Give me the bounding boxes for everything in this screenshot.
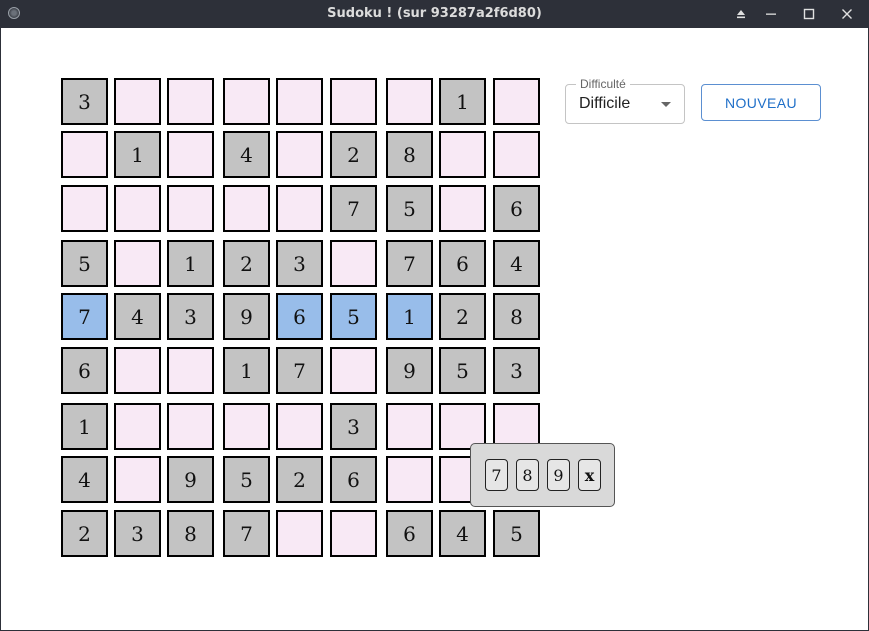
- sudoku-cell-r6-c2[interactable]: [114, 347, 161, 394]
- sudoku-cell-r2-c2[interactable]: 1: [114, 131, 161, 178]
- eject-icon[interactable]: [731, 4, 751, 24]
- difficulty-value: Difficile: [579, 95, 631, 112]
- sudoku-cell-r2-c8[interactable]: [439, 131, 486, 178]
- sudoku-cell-r9-c6[interactable]: [330, 510, 377, 557]
- sudoku-cell-r9-c3[interactable]: 8: [167, 510, 214, 557]
- sudoku-cell-r4-c8[interactable]: 6: [439, 240, 486, 287]
- sudoku-cell-r2-c9[interactable]: [493, 131, 540, 178]
- sudoku-cell-r9-c1[interactable]: 2: [61, 510, 108, 557]
- sudoku-cell-r9-c5[interactable]: [276, 510, 323, 557]
- sudoku-cell-r5-c7[interactable]: 1: [386, 293, 433, 340]
- sudoku-cell-r8-c7[interactable]: [386, 456, 433, 503]
- sudoku-cell-r9-c8[interactable]: 4: [439, 510, 486, 557]
- picker-option-7[interactable]: 7: [485, 459, 508, 491]
- sudoku-cell-r4-c1[interactable]: 5: [61, 240, 108, 287]
- sudoku-cell-r1-c8[interactable]: 1: [439, 78, 486, 125]
- sudoku-cell-r5-c5[interactable]: 6: [276, 293, 323, 340]
- sudoku-cell-r8-c2[interactable]: [114, 456, 161, 503]
- sudoku-cell-r6-c5[interactable]: 7: [276, 347, 323, 394]
- sudoku-cell-r3-c9[interactable]: 6: [493, 185, 540, 232]
- sudoku-cell-r5-c3[interactable]: 3: [167, 293, 214, 340]
- sudoku-cell-r9-c7[interactable]: 6: [386, 510, 433, 557]
- new-game-button[interactable]: NOUVEAU: [701, 84, 821, 121]
- sudoku-cell-r2-c4[interactable]: 4: [223, 131, 270, 178]
- sudoku-cell-r3-c8[interactable]: [439, 185, 486, 232]
- sudoku-cell-r4-c6[interactable]: [330, 240, 377, 287]
- picker-option-9[interactable]: 9: [547, 459, 570, 491]
- number-picker-popup: 7 8 9 x: [470, 443, 615, 507]
- sudoku-cell-r7-c1[interactable]: 1: [61, 403, 108, 450]
- picker-clear-button[interactable]: x: [578, 459, 601, 491]
- sudoku-cell-r2-c5[interactable]: [276, 131, 323, 178]
- sudoku-cell-r4-c2[interactable]: [114, 240, 161, 287]
- sudoku-cell-r1-c7[interactable]: [386, 78, 433, 125]
- sudoku-cell-r1-c5[interactable]: [276, 78, 323, 125]
- sudoku-cell-r6-c4[interactable]: 1: [223, 347, 270, 394]
- sudoku-cell-r1-c1[interactable]: 3: [61, 78, 108, 125]
- sudoku-cell-r9-c9[interactable]: 5: [493, 510, 540, 557]
- sudoku-cell-r8-c5[interactable]: 2: [276, 456, 323, 503]
- sudoku-cell-r5-c9[interactable]: 8: [493, 293, 540, 340]
- sudoku-cell-r8-c1[interactable]: 4: [61, 456, 108, 503]
- sudoku-cell-r4-c7[interactable]: 7: [386, 240, 433, 287]
- sudoku-cell-r1-c9[interactable]: [493, 78, 540, 125]
- sudoku-cell-r6-c6[interactable]: [330, 347, 377, 394]
- sudoku-cell-r7-c5[interactable]: [276, 403, 323, 450]
- sudoku-cell-r4-c3[interactable]: 1: [167, 240, 214, 287]
- sudoku-cell-r8-c4[interactable]: 5: [223, 456, 270, 503]
- difficulty-label: Difficulté: [576, 77, 630, 91]
- picker-option-8[interactable]: 8: [516, 459, 539, 491]
- sudoku-cell-r3-c7[interactable]: 5: [386, 185, 433, 232]
- sudoku-cell-r3-c4[interactable]: [223, 185, 270, 232]
- sudoku-cell-r7-c2[interactable]: [114, 403, 161, 450]
- sudoku-cell-r5-c4[interactable]: 9: [223, 293, 270, 340]
- sudoku-cell-r9-c2[interactable]: 3: [114, 510, 161, 557]
- sudoku-cell-r6-c8[interactable]: 5: [439, 347, 486, 394]
- sudoku-cell-r3-c6[interactable]: 7: [330, 185, 377, 232]
- minimize-icon[interactable]: [761, 4, 781, 24]
- sudoku-cell-r4-c5[interactable]: 3: [276, 240, 323, 287]
- sudoku-cell-r9-c4[interactable]: 7: [223, 510, 270, 557]
- sudoku-cell-r2-c7[interactable]: 8: [386, 131, 433, 178]
- sudoku-cell-r7-c7[interactable]: [386, 403, 433, 450]
- sudoku-cell-r1-c2[interactable]: [114, 78, 161, 125]
- sudoku-cell-r8-c3[interactable]: 9: [167, 456, 214, 503]
- sudoku-cell-r6-c7[interactable]: 9: [386, 347, 433, 394]
- difficulty-select[interactable]: Difficulté Difficile: [565, 77, 685, 124]
- sudoku-cell-r7-c4[interactable]: [223, 403, 270, 450]
- sudoku-cell-r5-c2[interactable]: 4: [114, 293, 161, 340]
- sudoku-cell-r8-c6[interactable]: 6: [330, 456, 377, 503]
- sudoku-cell-r1-c6[interactable]: [330, 78, 377, 125]
- sudoku-cell-r3-c5[interactable]: [276, 185, 323, 232]
- sudoku-cell-r7-c6[interactable]: 3: [330, 403, 377, 450]
- sudoku-cell-r6-c9[interactable]: 3: [493, 347, 540, 394]
- sudoku-cell-r5-c8[interactable]: 2: [439, 293, 486, 340]
- sudoku-cell-r7-c3[interactable]: [167, 403, 214, 450]
- sudoku-cell-r2-c1[interactable]: [61, 131, 108, 178]
- sudoku-cell-r6-c3[interactable]: [167, 347, 214, 394]
- close-icon[interactable]: [837, 4, 857, 24]
- sudoku-cell-r1-c3[interactable]: [167, 78, 214, 125]
- sudoku-cell-r5-c6[interactable]: 5: [330, 293, 377, 340]
- sudoku-cell-r2-c3[interactable]: [167, 131, 214, 178]
- maximize-icon[interactable]: [799, 4, 819, 24]
- sudoku-cell-r1-c4[interactable]: [223, 78, 270, 125]
- title-bar: Sudoku ! (sur 93287a2f6d80): [0, 0, 869, 28]
- sudoku-cell-r4-c4[interactable]: 2: [223, 240, 270, 287]
- window-border-left: [0, 28, 1, 631]
- sudoku-cell-r5-c1[interactable]: 7: [61, 293, 108, 340]
- sudoku-cell-r4-c9[interactable]: 4: [493, 240, 540, 287]
- sudoku-cell-r3-c2[interactable]: [114, 185, 161, 232]
- sudoku-cell-r3-c1[interactable]: [61, 185, 108, 232]
- sudoku-cell-r2-c6[interactable]: 2: [330, 131, 377, 178]
- sudoku-cell-r6-c1[interactable]: 6: [61, 347, 108, 394]
- sudoku-cell-r3-c3[interactable]: [167, 185, 214, 232]
- dropdown-caret-icon: [661, 102, 671, 107]
